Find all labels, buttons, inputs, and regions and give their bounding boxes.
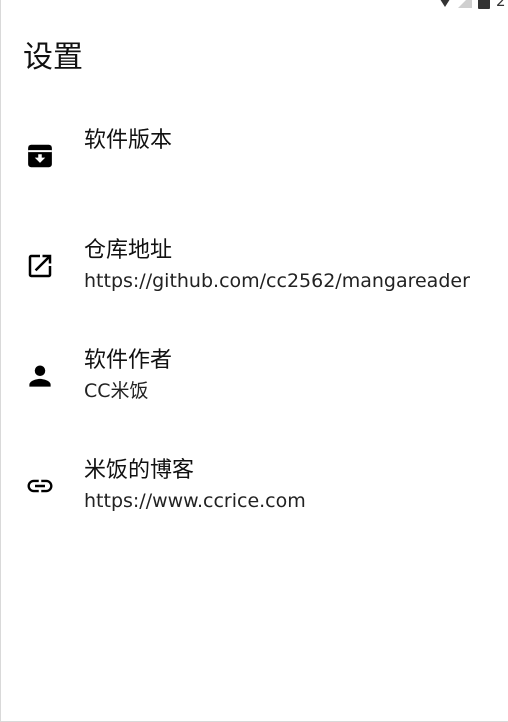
app-frame: 2 设置 软件版本 仓库地址 https://github.com/cc2562… <box>0 0 508 722</box>
link-icon <box>25 471 55 501</box>
repository-url-link[interactable]: https://github.com/cc2562/mangareader <box>84 267 499 295</box>
settings-item-repository[interactable]: 仓库地址 https://github.com/cc2562/mangaread… <box>1 222 508 332</box>
status-clock: 2 <box>496 0 506 10</box>
wifi-icon <box>438 0 452 7</box>
settings-item-author[interactable]: 软件作者 CC米饭 <box>1 332 508 442</box>
settings-item-blog[interactable]: 米饭的博客 https://www.ccrice.com <box>1 442 508 552</box>
signal-icon <box>458 0 472 8</box>
settings-item-version[interactable]: 软件版本 <box>1 112 508 222</box>
settings-item-title: 软件作者 <box>84 348 173 373</box>
battery-icon <box>478 0 490 9</box>
settings-item-title: 软件版本 <box>84 128 173 153</box>
settings-item-title: 米饭的博客 <box>84 458 195 483</box>
page-title: 设置 <box>23 40 83 75</box>
blog-url-link[interactable]: https://www.ccrice.com <box>84 487 499 515</box>
settings-item-subtitle: CC米饭 <box>84 380 149 402</box>
settings-item-title: 仓库地址 <box>84 238 173 263</box>
status-bar: 2 <box>438 0 508 10</box>
archive-icon <box>25 141 55 171</box>
open-in-new-icon <box>25 251 55 281</box>
person-icon <box>25 361 55 391</box>
settings-list: 软件版本 仓库地址 https://github.com/cc2562/mang… <box>1 112 508 552</box>
